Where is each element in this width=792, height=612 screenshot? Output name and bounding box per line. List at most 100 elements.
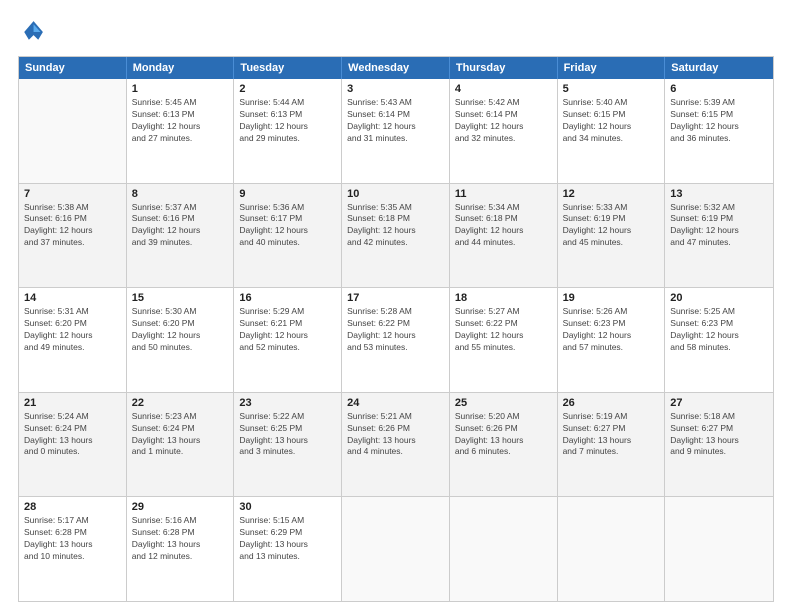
day-info: Sunrise: 5:35 AM Sunset: 6:18 PM Dayligh… [347,202,444,250]
day-info: Sunrise: 5:29 AM Sunset: 6:21 PM Dayligh… [239,306,336,354]
calendar-body: 1 Sunrise: 5:45 AM Sunset: 6:13 PM Daylig… [19,79,773,601]
calendar-day-cell: 20 Sunrise: 5:25 AM Sunset: 6:23 PM Dayli… [665,288,773,392]
calendar-day-cell: 9 Sunrise: 5:36 AM Sunset: 6:17 PM Daylig… [234,184,342,288]
day-info: Sunrise: 5:26 AM Sunset: 6:23 PM Dayligh… [563,306,660,354]
header [18,18,774,46]
day-info: Sunrise: 5:32 AM Sunset: 6:19 PM Dayligh… [670,202,768,250]
day-info: Sunrise: 5:16 AM Sunset: 6:28 PM Dayligh… [132,515,229,563]
day-info: Sunrise: 5:18 AM Sunset: 6:27 PM Dayligh… [670,411,768,459]
calendar-day-cell: 6 Sunrise: 5:39 AM Sunset: 6:15 PM Daylig… [665,79,773,183]
day-number: 21 [24,397,121,409]
day-number: 27 [670,397,768,409]
calendar-empty-cell [342,497,450,601]
logo-icon [18,18,46,46]
calendar-day-cell: 2Sunrise: 5:44 AM Sunset: 6:13 PM Daylig… [234,79,342,183]
day-number: 8 [132,188,229,200]
calendar-day-cell: 12Sunrise: 5:33 AM Sunset: 6:19 PM Dayli… [558,184,666,288]
calendar-day-cell: 25Sunrise: 5:20 AM Sunset: 6:26 PM Dayli… [450,393,558,497]
day-info: Sunrise: 5:34 AM Sunset: 6:18 PM Dayligh… [455,202,552,250]
page: SundayMondayTuesdayWednesdayThursdayFrid… [0,0,792,612]
day-number: 5 [563,83,660,95]
calendar-day-cell: 23 Sunrise: 5:22 AM Sunset: 6:25 PM Dayli… [234,393,342,497]
weekday-header: Monday [127,57,235,79]
calendar-day-cell: 29 Sunrise: 5:16 AM Sunset: 6:28 PM Dayli… [127,497,235,601]
day-number: 30 [239,501,336,513]
day-number: 17 [347,292,444,304]
calendar-day-cell: 28Sunrise: 5:17 AM Sunset: 6:28 PM Dayli… [19,497,127,601]
day-info: Sunrise: 5:38 AM Sunset: 6:16 PM Dayligh… [24,202,121,250]
day-number: 6 [670,83,768,95]
weekday-header: Saturday [665,57,773,79]
calendar-header: SundayMondayTuesdayWednesdayThursdayFrid… [19,57,773,79]
day-number: 10 [347,188,444,200]
day-number: 26 [563,397,660,409]
calendar-day-cell: 4 Sunrise: 5:42 AM Sunset: 6:14 PM Daylig… [450,79,558,183]
day-number: 11 [455,188,552,200]
calendar-day-cell: 24 Sunrise: 5:21 AM Sunset: 6:26 PM Dayli… [342,393,450,497]
calendar-day-cell: 10 Sunrise: 5:35 AM Sunset: 6:18 PM Dayli… [342,184,450,288]
calendar-day-cell: 3 Sunrise: 5:43 AM Sunset: 6:14 PM Daylig… [342,79,450,183]
calendar-day-cell: 8 Sunrise: 5:37 AM Sunset: 6:16 PM Daylig… [127,184,235,288]
calendar: SundayMondayTuesdayWednesdayThursdayFrid… [18,56,774,602]
weekday-header: Tuesday [234,57,342,79]
day-info: Sunrise: 5:40 AM Sunset: 6:15 PM Dayligh… [563,97,660,145]
day-number: 15 [132,292,229,304]
day-number: 29 [132,501,229,513]
day-number: 24 [347,397,444,409]
day-number: 20 [670,292,768,304]
calendar-day-cell: 15 Sunrise: 5:30 AM Sunset: 6:20 PM Dayli… [127,288,235,392]
calendar-day-cell: 1 Sunrise: 5:45 AM Sunset: 6:13 PM Daylig… [127,79,235,183]
day-info: Sunrise: 5:15 AM Sunset: 6:29 PM Dayligh… [239,515,336,563]
day-number: 13 [670,188,768,200]
day-info: Sunrise: 5:20 AM Sunset: 6:26 PM Dayligh… [455,411,552,459]
calendar-row: 7 Sunrise: 5:38 AM Sunset: 6:16 PM Daylig… [19,183,773,288]
calendar-day-cell: 11 Sunrise: 5:34 AM Sunset: 6:18 PM Dayli… [450,184,558,288]
day-info: Sunrise: 5:23 AM Sunset: 6:24 PM Dayligh… [132,411,229,459]
weekday-header: Sunday [19,57,127,79]
calendar-day-cell: 16 Sunrise: 5:29 AM Sunset: 6:21 PM Dayli… [234,288,342,392]
calendar-empty-cell [665,497,773,601]
day-info: Sunrise: 5:36 AM Sunset: 6:17 PM Dayligh… [239,202,336,250]
day-info: Sunrise: 5:25 AM Sunset: 6:23 PM Dayligh… [670,306,768,354]
day-number: 2 [239,83,336,95]
weekday-header: Thursday [450,57,558,79]
day-number: 23 [239,397,336,409]
day-info: Sunrise: 5:21 AM Sunset: 6:26 PM Dayligh… [347,411,444,459]
calendar-day-cell: 21 Sunrise: 5:24 AM Sunset: 6:24 PM Dayli… [19,393,127,497]
day-number: 16 [239,292,336,304]
calendar-day-cell: 22Sunrise: 5:23 AM Sunset: 6:24 PM Dayli… [127,393,235,497]
day-info: Sunrise: 5:17 AM Sunset: 6:28 PM Dayligh… [24,515,121,563]
calendar-day-cell: 30 Sunrise: 5:15 AM Sunset: 6:29 PM Dayli… [234,497,342,601]
day-info: Sunrise: 5:37 AM Sunset: 6:16 PM Dayligh… [132,202,229,250]
calendar-day-cell: 7 Sunrise: 5:38 AM Sunset: 6:16 PM Daylig… [19,184,127,288]
day-number: 14 [24,292,121,304]
day-number: 4 [455,83,552,95]
weekday-header: Wednesday [342,57,450,79]
calendar-empty-cell [19,79,127,183]
day-info: Sunrise: 5:42 AM Sunset: 6:14 PM Dayligh… [455,97,552,145]
day-info: Sunrise: 5:30 AM Sunset: 6:20 PM Dayligh… [132,306,229,354]
day-info: Sunrise: 5:22 AM Sunset: 6:25 PM Dayligh… [239,411,336,459]
calendar-row: 21 Sunrise: 5:24 AM Sunset: 6:24 PM Dayli… [19,392,773,497]
calendar-empty-cell [450,497,558,601]
weekday-header: Friday [558,57,666,79]
calendar-day-cell: 26 Sunrise: 5:19 AM Sunset: 6:27 PM Dayli… [558,393,666,497]
day-info: Sunrise: 5:19 AM Sunset: 6:27 PM Dayligh… [563,411,660,459]
day-number: 3 [347,83,444,95]
day-info: Sunrise: 5:24 AM Sunset: 6:24 PM Dayligh… [24,411,121,459]
day-info: Sunrise: 5:43 AM Sunset: 6:14 PM Dayligh… [347,97,444,145]
day-info: Sunrise: 5:45 AM Sunset: 6:13 PM Dayligh… [132,97,229,145]
day-number: 1 [132,83,229,95]
calendar-empty-cell [558,497,666,601]
day-number: 7 [24,188,121,200]
calendar-day-cell: 5 Sunrise: 5:40 AM Sunset: 6:15 PM Daylig… [558,79,666,183]
calendar-row: 28Sunrise: 5:17 AM Sunset: 6:28 PM Dayli… [19,496,773,601]
calendar-row: 14 Sunrise: 5:31 AM Sunset: 6:20 PM Dayli… [19,287,773,392]
calendar-day-cell: 19Sunrise: 5:26 AM Sunset: 6:23 PM Dayli… [558,288,666,392]
day-number: 9 [239,188,336,200]
day-info: Sunrise: 5:39 AM Sunset: 6:15 PM Dayligh… [670,97,768,145]
day-info: Sunrise: 5:28 AM Sunset: 6:22 PM Dayligh… [347,306,444,354]
calendar-day-cell: 17 Sunrise: 5:28 AM Sunset: 6:22 PM Dayli… [342,288,450,392]
logo [18,18,50,46]
day-info: Sunrise: 5:31 AM Sunset: 6:20 PM Dayligh… [24,306,121,354]
